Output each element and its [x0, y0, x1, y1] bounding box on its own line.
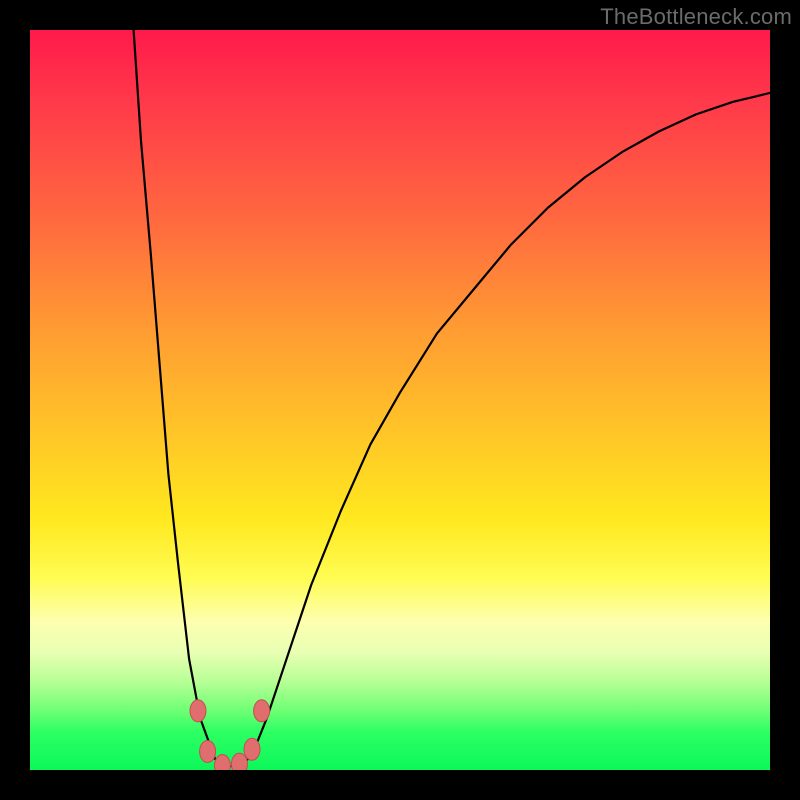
plot-area — [30, 30, 770, 770]
curve-svg — [30, 30, 770, 770]
chart-stage: TheBottleneck.com — [0, 0, 800, 800]
curve-marker — [200, 741, 216, 763]
watermark-label: TheBottleneck.com — [600, 4, 792, 30]
curve-marker — [190, 700, 206, 722]
curve-markers — [190, 700, 270, 770]
curve-marker — [254, 700, 270, 722]
curve-marker — [244, 738, 260, 760]
curve-marker — [214, 755, 230, 770]
bottleneck-curve — [134, 30, 770, 766]
